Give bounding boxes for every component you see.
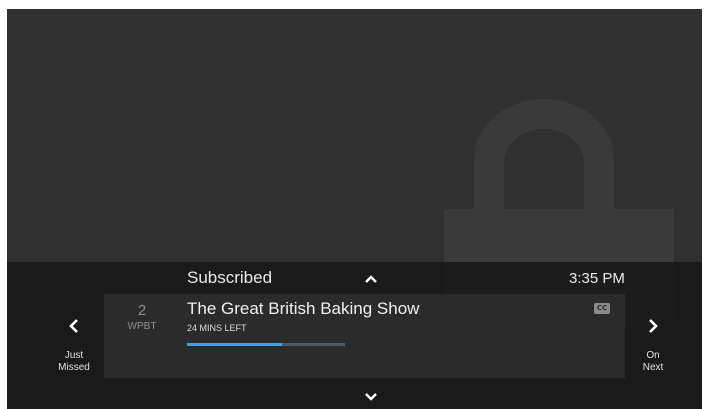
info-bar: Subscribed 3:35 PM Just Missed 2 WPBT Th… [7,262,702,409]
just-missed-line-1: Just [64,350,84,361]
progress-bar [187,343,345,346]
on-next-label[interactable]: On Next [623,350,683,374]
channel-number: 2 [137,302,147,319]
on-next-line-2: Next [642,362,664,373]
chevron-left-icon[interactable] [68,318,80,334]
channel-callsign: WPBT [127,321,157,332]
category-title: Subscribed [187,268,273,287]
just-missed-label[interactable]: Just Missed [44,350,104,374]
chevron-right-icon[interactable] [647,318,659,334]
time-left: 24 MINS LEFT [187,323,247,333]
just-missed-line-2: Missed [58,362,90,373]
tv-screen: Subscribed 3:35 PM Just Missed 2 WPBT Th… [7,9,702,409]
chevron-up-icon[interactable] [364,274,378,284]
chevron-down-icon[interactable] [364,392,378,402]
progress-fill [187,343,282,346]
closed-captions-icon: CC [594,303,610,314]
on-next-line-1: On [646,350,660,361]
clock: 3:35 PM [569,270,625,287]
program-title: The Great British Baking Show [187,299,420,318]
program-card[interactable]: 2 WPBT The Great British Baking Show 24 … [104,294,625,378]
